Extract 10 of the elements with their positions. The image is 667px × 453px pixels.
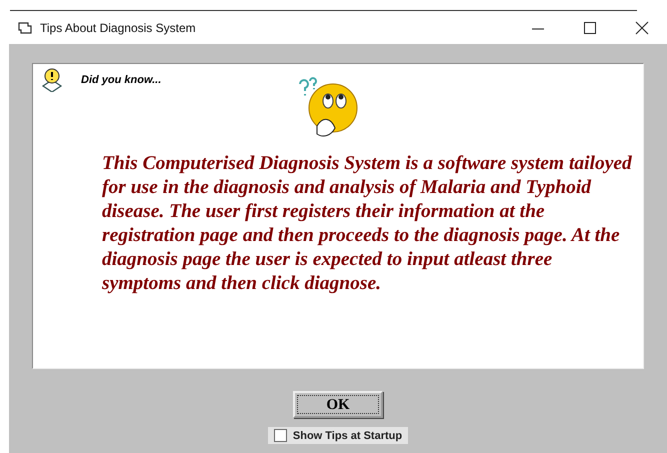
show-tips-checkbox[interactable]: Show Tips at Startup (268, 427, 408, 444)
checkbox[interactable] (274, 429, 287, 442)
ok-button[interactable]: OK (293, 391, 383, 418)
close-icon[interactable] (635, 20, 649, 34)
maximize-icon[interactable] (583, 20, 597, 34)
lightbulb-icon (41, 68, 63, 92)
window-title: Tips About Diagnosis System (40, 20, 196, 34)
tip-text: This Computerised Diagnosis System is a software system tailoyed for use in the diagnosis and analysis of Malaria and Typhoid disease. The user first registers their information at the registration page and then proceeds to the diagnosis page. At the diagnosis page the user is expected to input atleast three symptoms and then click diagnose. (102, 152, 632, 296)
app-icon (18, 22, 32, 34)
tip-heading: Did you know... (81, 74, 162, 86)
